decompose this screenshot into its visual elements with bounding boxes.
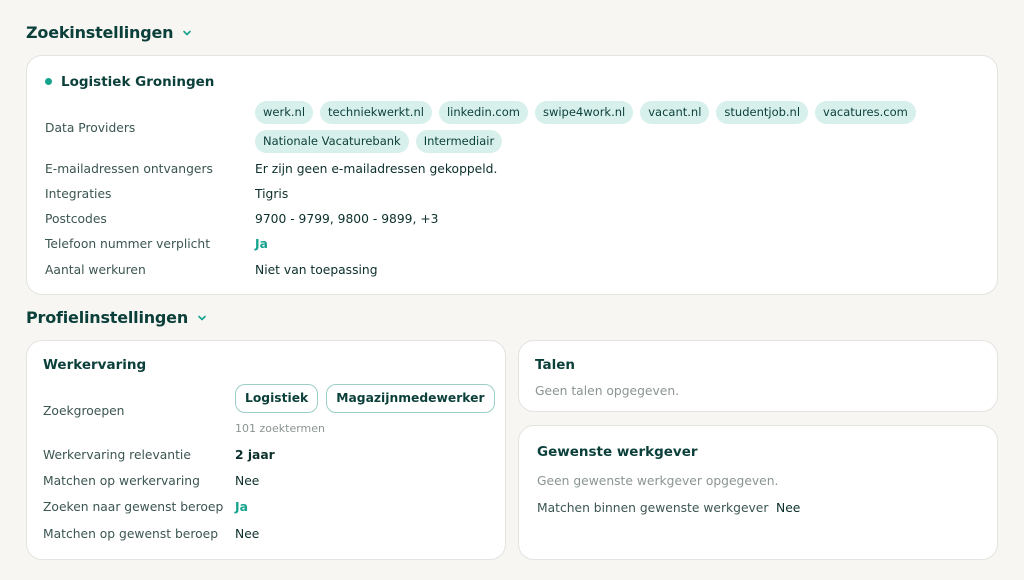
gewenste-werkgever-card: Gewenste werkgever Geen gewenste werkgev…: [518, 425, 998, 560]
zoektermen-count: 101 zoektermen: [235, 422, 325, 435]
data-provider-chip: vacant.nl: [640, 101, 710, 124]
chevron-down-icon: [183, 30, 192, 35]
werkervaring-row-value: Nee: [235, 527, 260, 541]
zoek-row-label: Telefoon nummer verplicht: [45, 237, 211, 251]
talen-empty: Geen talen opgegeven.: [535, 384, 680, 398]
werkervaring-row-value: Nee: [235, 474, 260, 488]
zoek-row-label: E-mailadressen ontvangers: [45, 162, 213, 176]
matchen-werkgever-value: Nee: [776, 501, 801, 515]
zoekprofiel-card: Logistiek Groningen Data Providers werk.…: [26, 55, 998, 295]
data-provider-chip: Nationale Vacaturebank: [255, 130, 409, 153]
data-provider-chip: techniekwerkt.nl: [320, 101, 432, 124]
profielinstellingen-toggle[interactable]: Profielinstellingen: [26, 308, 208, 327]
werkervaring-card: Werkervaring Zoekgroepen Logistiek Magazi…: [26, 340, 506, 560]
zoekinstellingen-toggle[interactable]: Zoekinstellingen: [26, 23, 193, 42]
data-providers-label: Data Providers: [45, 121, 136, 135]
gewenste-werkgever-empty: Geen gewenste werkgever opgegeven.: [537, 474, 779, 488]
zoekgroep-chip[interactable]: Logistiek: [235, 384, 319, 413]
zoekinstellingen-title: Zoekinstellingen: [26, 23, 174, 42]
zoekgroepen-list: Logistiek Magazijnmedewerker: [235, 384, 495, 413]
zoekprofiel-name: Logistiek Groningen: [61, 74, 215, 90]
zoek-row-label: Integraties: [45, 187, 112, 201]
zoek-row-value: 9700 - 9799, 9800 - 9899, +3: [255, 212, 439, 226]
zoek-row-value: Ja: [255, 237, 268, 251]
data-provider-chip: Intermediair: [415, 130, 503, 153]
zoekgroepen-label: Zoekgroepen: [43, 404, 125, 418]
matchen-werkgever-label: Matchen binnen gewenste werkgever: [537, 501, 769, 515]
zoek-row-value: Niet van toepassing: [255, 263, 378, 277]
data-provider-chip: studentjob.nl: [716, 101, 809, 124]
active-status-dot: [45, 77, 52, 85]
data-provider-chip: werk.nl: [255, 101, 314, 124]
profielinstellingen-title: Profielinstellingen: [26, 308, 189, 327]
zoek-row-value: Tigris: [255, 187, 289, 201]
talen-card: Talen Geen talen opgegeven.: [518, 340, 998, 412]
werkervaring-row-value: 2 jaar: [235, 448, 275, 462]
werkervaring-row-value: Ja: [235, 500, 248, 514]
chevron-down-icon: [198, 315, 206, 320]
data-provider-chip: swipe4work.nl: [534, 101, 634, 124]
zoek-row-value: Er zijn geen e-mailadressen gekoppeld.: [255, 162, 498, 176]
werkervaring-row-label: Werkervaring relevantie: [43, 448, 191, 462]
talen-title: Talen: [535, 357, 575, 373]
data-providers-list: werk.nl techniekwerkt.nl linkedin.com swipe…: [255, 101, 975, 153]
zoekprofiel-title: Logistiek Groningen: [45, 74, 214, 90]
data-provider-chip: linkedin.com: [438, 101, 528, 124]
zoek-row-label: Postcodes: [45, 212, 107, 226]
gewenste-werkgever-title: Gewenste werkgever: [537, 444, 698, 460]
werkervaring-row-label: Matchen op gewenst beroep: [43, 527, 219, 541]
zoekgroep-chip[interactable]: Magazijnmedewerker: [326, 384, 495, 413]
werkervaring-row-label: Matchen op werkervaring: [43, 474, 200, 488]
werkervaring-title: Werkervaring: [43, 357, 147, 373]
zoek-row-label: Aantal werkuren: [45, 263, 146, 277]
data-provider-chip: vacatures.com: [815, 101, 916, 124]
werkervaring-row-label: Zoeken naar gewenst beroep: [43, 500, 224, 514]
